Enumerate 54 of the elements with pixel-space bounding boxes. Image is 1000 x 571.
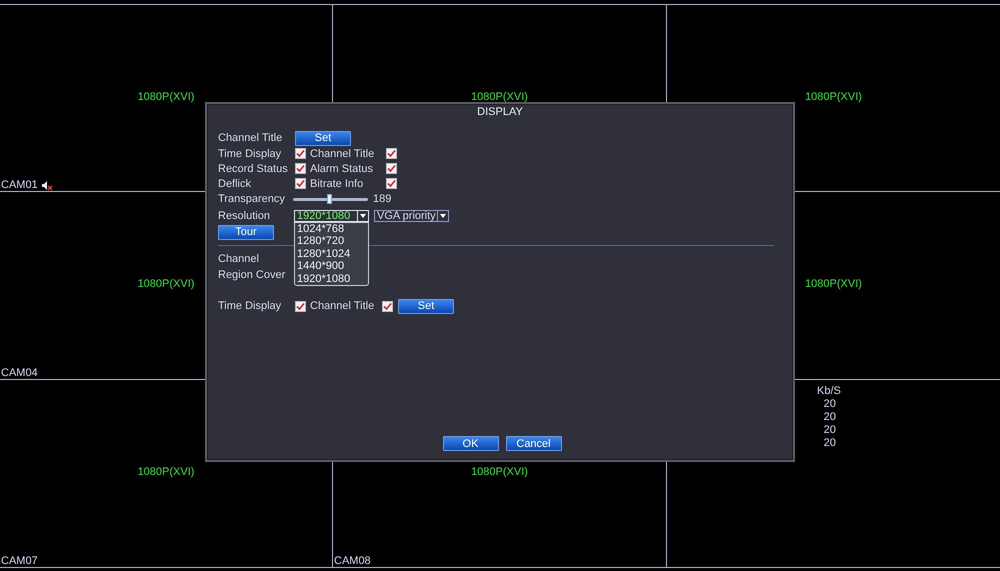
- camera-name: CAM01: [1, 179, 38, 191]
- option-label: Record Status: [218, 162, 289, 174]
- dropdown-option[interactable]: 1280*720: [295, 235, 368, 248]
- bitrate-value: 20: [824, 411, 837, 424]
- dropdown-option[interactable]: 1024*768: [295, 222, 368, 235]
- checkbox[interactable]: [386, 163, 397, 174]
- dropdown-option[interactable]: 1280*1024: [295, 248, 368, 260]
- option-label: Time Display: [218, 300, 282, 312]
- field-label: Channel Title: [218, 132, 284, 144]
- field-label: Channel: [218, 253, 260, 265]
- checkbox[interactable]: [295, 178, 306, 189]
- priority-value: VGA priority: [376, 210, 437, 222]
- priority-dropdown[interactable]: VGA priority: [374, 210, 449, 222]
- video-format-label: 1080P(XVI): [471, 466, 528, 478]
- video-format-label: 1080P(XVI): [471, 90, 528, 102]
- dialog-title: DISPLAY: [476, 105, 524, 120]
- checkbox[interactable]: [386, 178, 397, 189]
- checkbox[interactable]: [295, 163, 306, 174]
- field-label: Region Cover: [218, 269, 286, 281]
- option-label: Bitrate Info: [310, 178, 364, 190]
- option-label: Time Display: [218, 148, 282, 160]
- field-label: Resolution: [218, 210, 271, 222]
- checkbox[interactable]: [295, 148, 306, 159]
- video-format-label: 1080P(XVI): [805, 90, 862, 102]
- option-label: Deflick: [218, 178, 252, 190]
- dropdown-option[interactable]: 1920*1080: [295, 272, 368, 285]
- camera-name: CAM04: [1, 367, 38, 379]
- set-button[interactable]: Set: [295, 130, 351, 146]
- slider-thumb[interactable]: [326, 194, 332, 204]
- tour-button[interactable]: Tour: [218, 224, 274, 240]
- cancel-button[interactable]: Cancel: [506, 436, 562, 451]
- video-format-label: 1080P(XVI): [138, 278, 194, 290]
- video-format-label: 1080P(XVI): [138, 466, 194, 478]
- option-label: Channel Title: [310, 300, 376, 312]
- camera-name: CAM07: [1, 555, 38, 567]
- ok-button[interactable]: OK: [442, 436, 498, 451]
- bitrate-unit: Kb/S: [817, 385, 841, 398]
- checkbox[interactable]: [382, 300, 393, 312]
- option-label: Channel Title: [310, 148, 376, 160]
- option-label: Alarm Status: [310, 162, 374, 174]
- checkbox[interactable]: [386, 148, 397, 159]
- slider-value: 189: [373, 193, 392, 205]
- camera-name: CAM08: [334, 555, 371, 567]
- field-label: Transparency: [218, 193, 286, 205]
- dropdown-option[interactable]: 1440*900: [295, 260, 368, 272]
- bitrate-value: 20: [824, 437, 837, 450]
- video-format-label: 1080P(XVI): [138, 90, 194, 102]
- selected-resolution: 1920*1080: [296, 210, 352, 222]
- checkbox[interactable]: [295, 300, 306, 312]
- bitrate-value: 20: [824, 398, 837, 411]
- bitrate-value: 20: [824, 424, 837, 437]
- set-button[interactable]: Set: [398, 298, 454, 314]
- video-format-label: 1080P(XVI): [805, 278, 862, 290]
- dropdown-arrow-icon[interactable]: [437, 210, 448, 220]
